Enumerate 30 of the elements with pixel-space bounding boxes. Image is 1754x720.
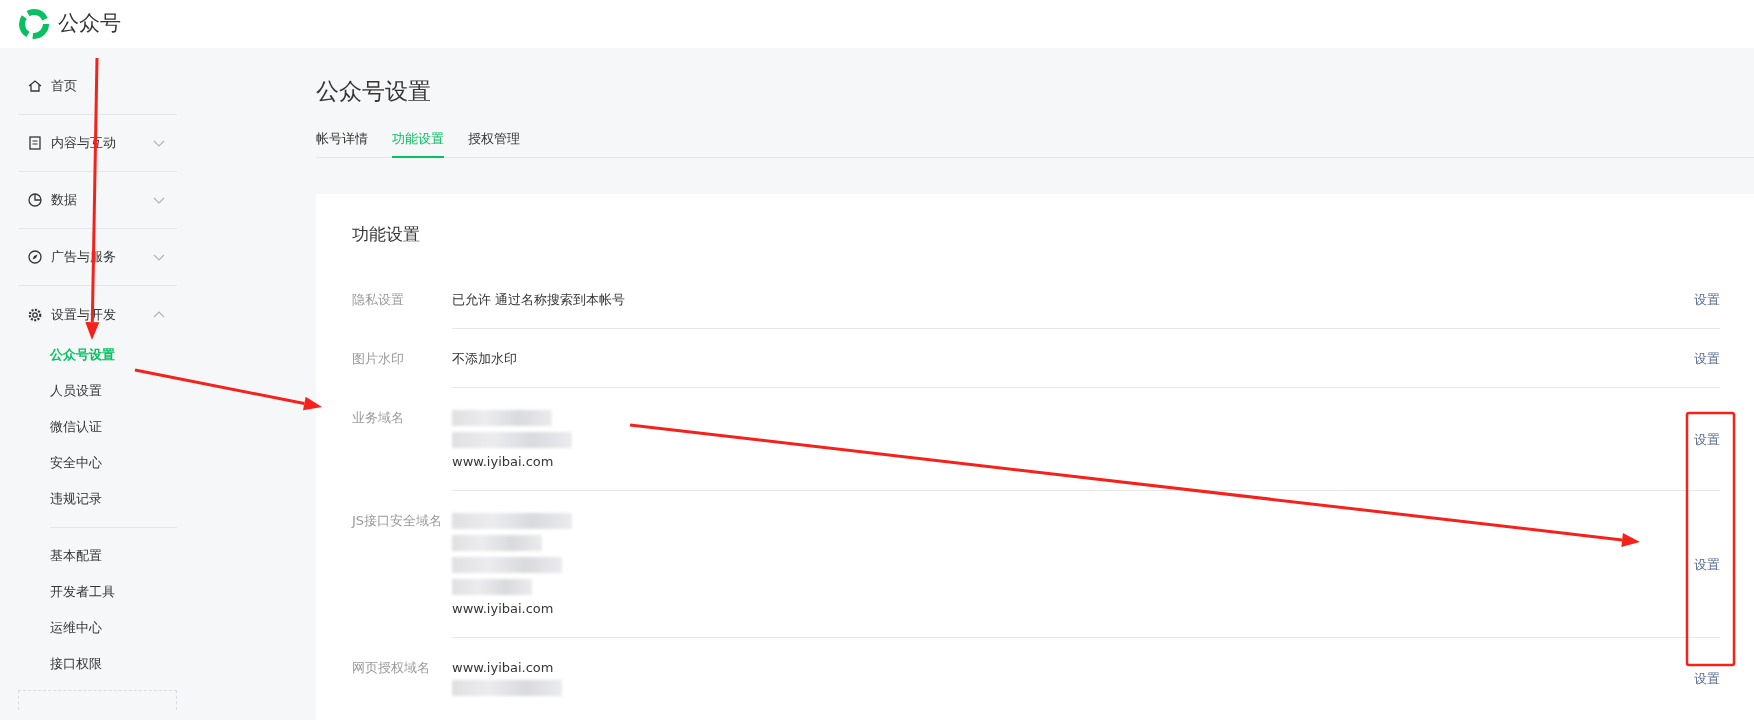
settings-link[interactable]: 设置 (1694, 668, 1720, 689)
submenu-item[interactable]: 开发者工具 (18, 574, 115, 610)
field-label: 图片水印 (352, 350, 404, 366)
settings-link[interactable]: 设置 (1694, 429, 1720, 450)
field-value: www.iyibai.com (452, 600, 554, 616)
submenu-item[interactable]: 微信认证 (18, 409, 102, 445)
submenu-item[interactable]: 人员设置 (18, 373, 102, 409)
field-label: 业务域名 (352, 409, 404, 425)
submenu-item[interactable]: 基本配置 (18, 538, 102, 574)
brand-title: 公众号 (58, 10, 121, 38)
field-value: 不添加水印 (452, 350, 517, 366)
settings-link[interactable]: 设置 (1694, 348, 1720, 369)
tab[interactable]: 帐号详情 (316, 124, 368, 158)
field-label: 网页授权域名 (352, 659, 430, 675)
submenu-item[interactable]: 运维中心 (18, 610, 102, 646)
page-title: 公众号设置 (316, 77, 432, 106)
submenu-item[interactable]: 安全中心 (18, 445, 102, 481)
sidebar-item[interactable]: 数据 (18, 172, 177, 229)
field-label: 隐私设置 (352, 291, 404, 307)
field-value: www.iyibai.com (452, 453, 554, 469)
submenu-item[interactable]: 违规记录 (18, 481, 102, 517)
tab[interactable]: 授权管理 (468, 124, 520, 158)
field-value: www.iyibai.com (452, 659, 554, 675)
field-label: JS接口安全域名 (352, 512, 443, 528)
settings-link[interactable]: 设置 (1694, 289, 1720, 310)
settings-link[interactable]: 设置 (1694, 554, 1720, 575)
field-value: 已允许 通过名称搜索到本帐号 (452, 291, 626, 307)
card-title: 功能设置 (352, 223, 421, 246)
submenu-item[interactable]: 接口权限 (18, 646, 102, 682)
sidebar-item[interactable]: 首页 (18, 58, 177, 115)
